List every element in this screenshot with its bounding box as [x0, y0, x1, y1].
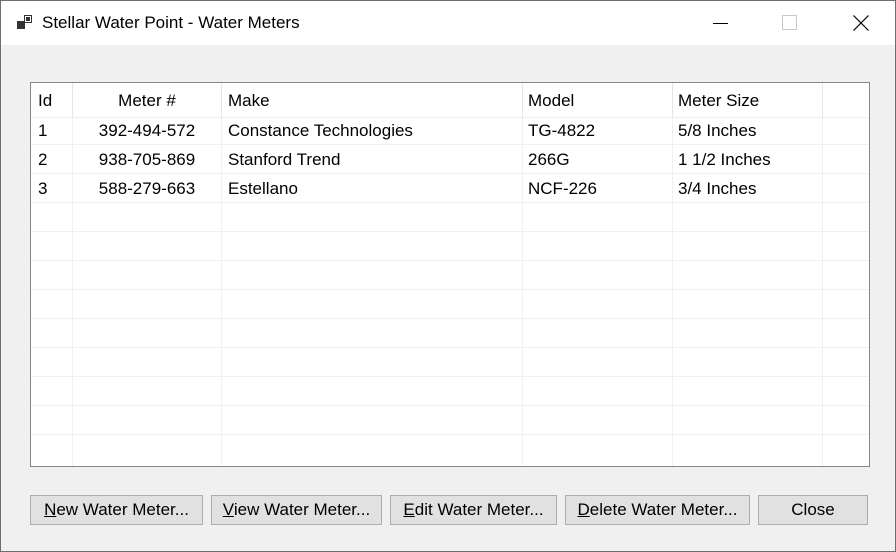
cell-meter-number: 588-279-663 [98, 179, 196, 198]
minimize-button[interactable] [698, 1, 744, 45]
new-water-meter-button[interactable]: New Water Meter... [30, 495, 203, 525]
column-header-meter-size[interactable]: Meter Size [678, 91, 759, 111]
maximize-icon [782, 15, 797, 30]
column-header-make[interactable]: Make [228, 91, 270, 111]
cell-id: 1 [38, 121, 48, 140]
new-button-mnemonic: N [44, 500, 57, 519]
new-button-label: ew Water Meter... [56, 500, 189, 519]
grid-row-line [31, 434, 869, 435]
cell-make: Stanford Trend [228, 150, 341, 169]
grid-column-line [522, 83, 523, 466]
grid-row-line [31, 376, 869, 377]
grid-column-line [822, 83, 823, 466]
cell-id: 3 [38, 179, 48, 198]
title-bar[interactable]: Stellar Water Point - Water Meters [1, 1, 895, 45]
grid-row-line [31, 318, 869, 319]
column-header-model[interactable]: Model [528, 91, 574, 111]
cell-meter-number: 392-494-572 [98, 121, 196, 140]
cell-model: 266G [528, 150, 570, 169]
cell-id: 2 [38, 150, 48, 169]
minimize-icon [713, 23, 728, 24]
edit-water-meter-button[interactable]: Edit Water Meter... [390, 495, 557, 525]
cell-meter-size: 1 1/2 Inches [678, 150, 771, 169]
column-header-meter-number[interactable]: Meter # [72, 91, 222, 111]
grid-row-line [31, 173, 869, 174]
maximize-button [767, 1, 813, 45]
grid-row-line [31, 144, 869, 145]
grid-row-line [31, 347, 869, 348]
view-button-mnemonic: V [222, 500, 234, 519]
close-button-label: Close [791, 500, 835, 519]
grid-row-line [31, 405, 869, 406]
cell-meter-size: 3/4 Inches [678, 179, 757, 198]
grid-row-line [31, 289, 869, 290]
window-title: Stellar Water Point - Water Meters [42, 13, 300, 32]
edit-button-mnemonic: E [403, 500, 415, 519]
close-icon [853, 15, 869, 31]
main-window: Stellar Water Point - Water Meters Id Me… [0, 0, 896, 552]
grid-row-line [31, 202, 869, 203]
cell-meter-number: 938-705-869 [98, 150, 196, 169]
view-button-label: iew Water Meter... [233, 500, 371, 519]
delete-button-mnemonic: D [577, 500, 590, 519]
grid-row-line [31, 117, 869, 118]
close-window-button[interactable] [838, 1, 884, 45]
delete-button-label: elete Water Meter... [589, 500, 738, 519]
cell-meter-size: 5/8 Inches [678, 121, 757, 140]
grid-column-line [672, 83, 673, 466]
header-separator [672, 83, 673, 118]
delete-water-meter-button[interactable]: Delete Water Meter... [565, 495, 750, 525]
cell-make: Constance Technologies [228, 121, 413, 140]
view-water-meter-button[interactable]: View Water Meter... [211, 495, 382, 525]
cell-make: Estellano [228, 179, 298, 198]
edit-button-label: dit Water Meter... [414, 500, 544, 519]
cell-model: NCF-226 [528, 179, 597, 198]
app-window-icon [17, 15, 32, 29]
grid-row-line [31, 231, 869, 232]
header-separator [522, 83, 523, 118]
cell-model: TG-4822 [528, 121, 596, 140]
grid-row-line [31, 260, 869, 261]
column-header-id[interactable]: Id [38, 91, 52, 111]
header-separator [822, 83, 823, 118]
close-button[interactable]: Close [758, 495, 868, 525]
water-meters-list[interactable]: Id Meter # Make Model Meter Size 1 392-4… [30, 82, 870, 467]
